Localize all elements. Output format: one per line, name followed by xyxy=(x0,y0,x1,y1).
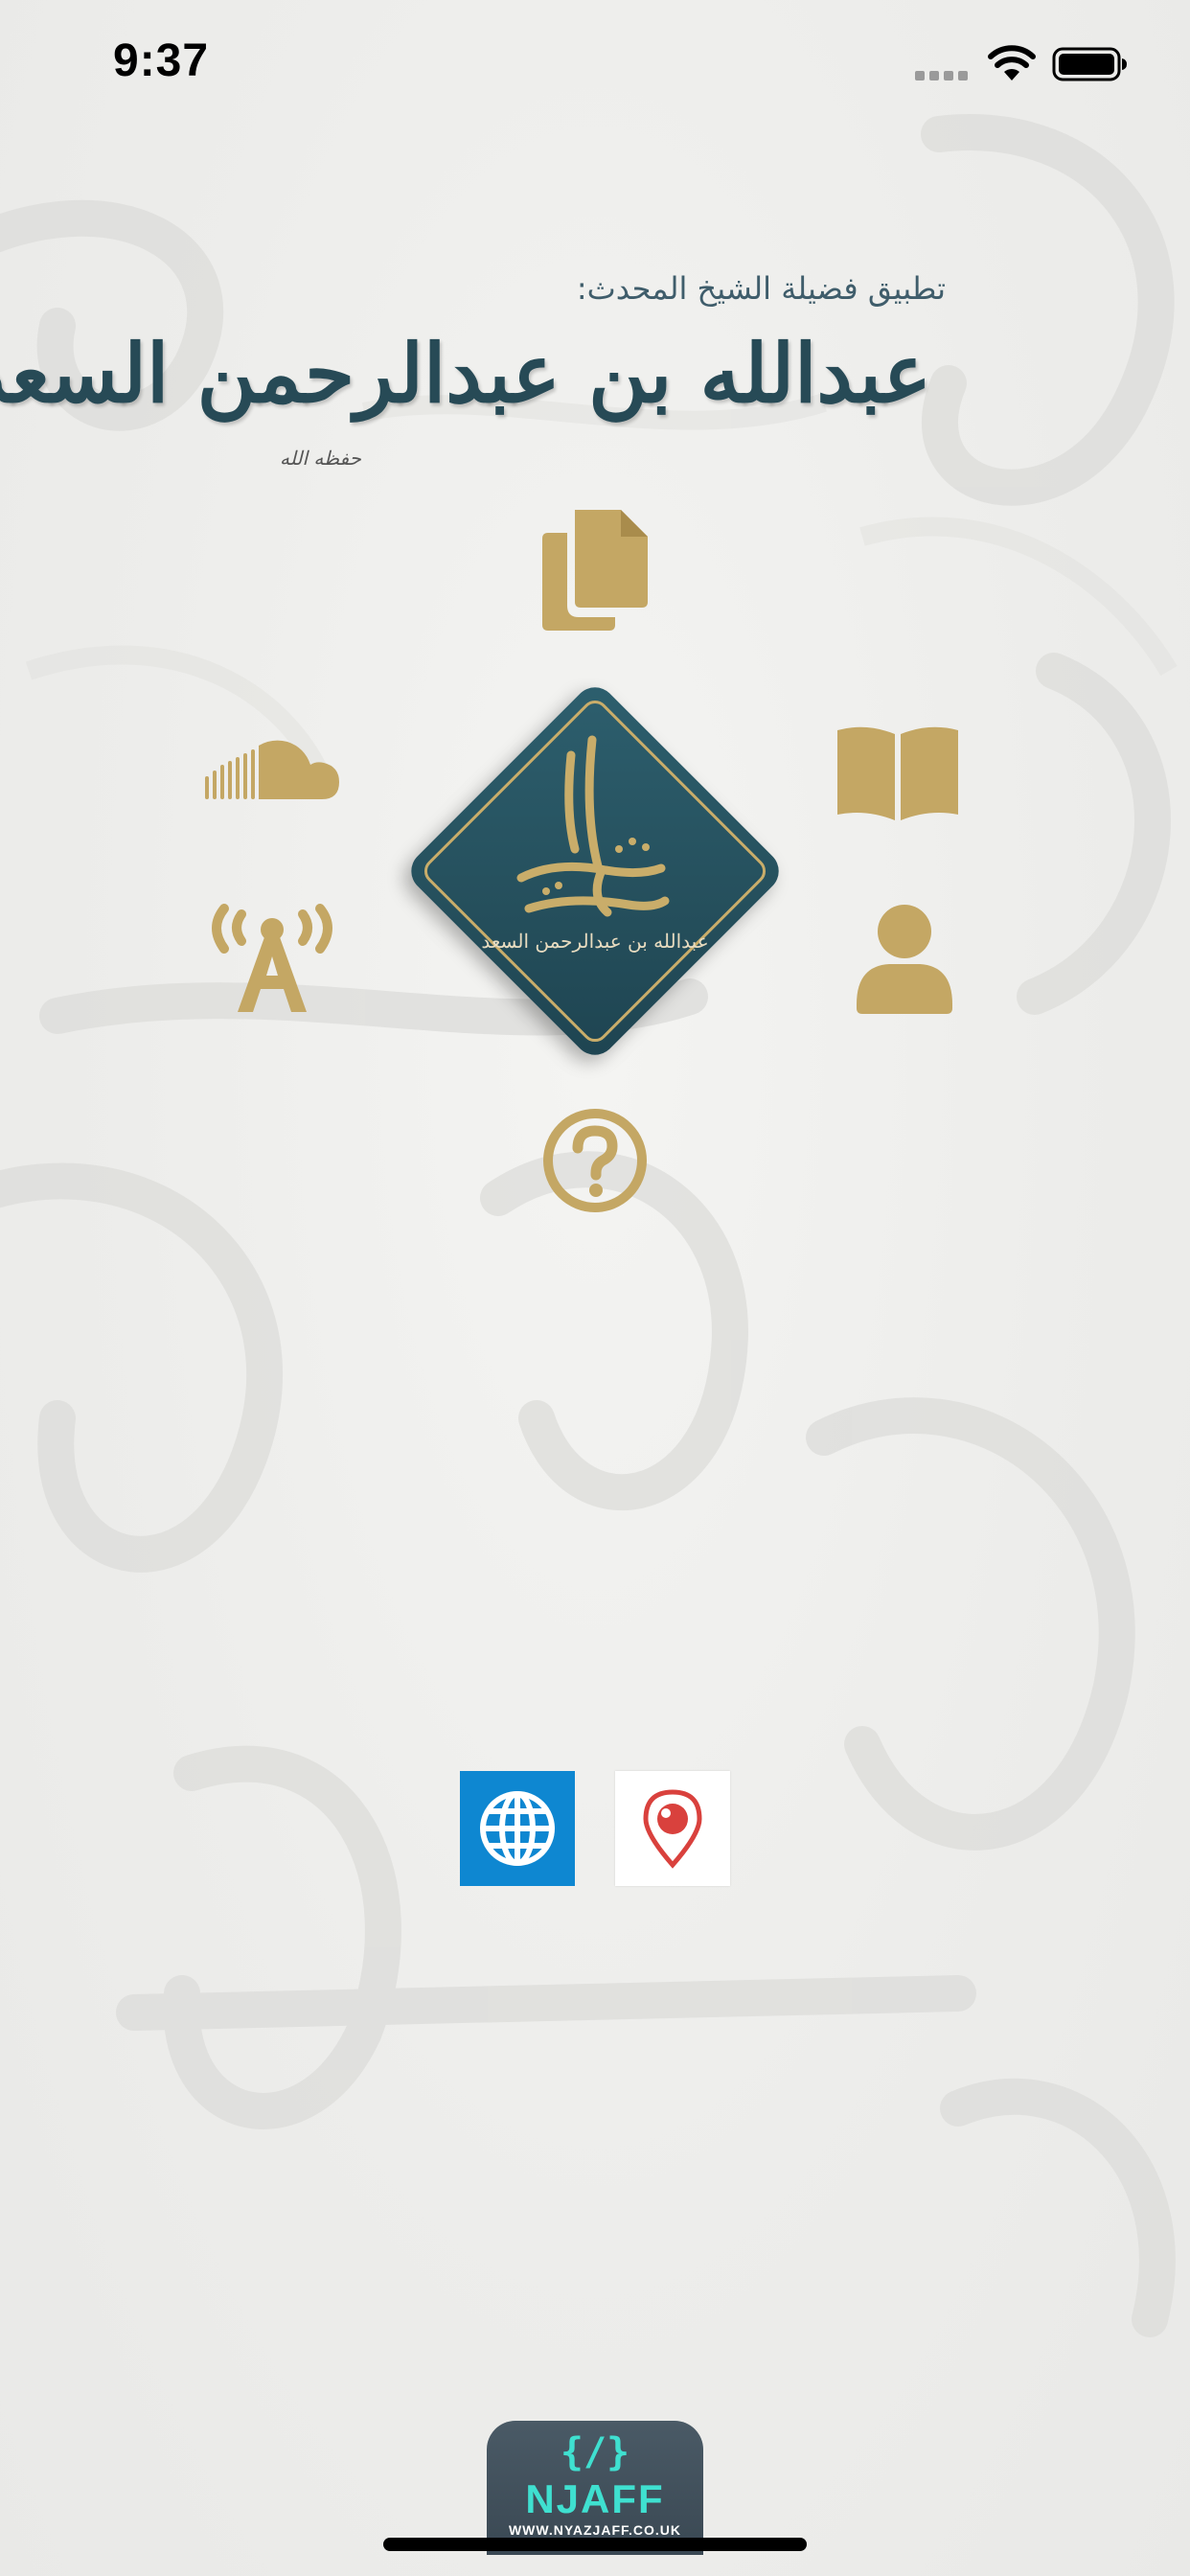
radio-broadcast-button[interactable] xyxy=(203,901,341,1016)
question-icon xyxy=(543,1109,647,1212)
broadcast-icon xyxy=(212,904,332,1012)
logo-calligraphy-mark xyxy=(516,735,670,917)
documents-button[interactable] xyxy=(542,510,648,631)
book-button[interactable] xyxy=(837,724,958,820)
globe-icon xyxy=(480,1791,555,1866)
person-icon xyxy=(857,905,952,1014)
developer-url: WWW.NYAZJAFF.CO.UK xyxy=(508,2522,682,2538)
logo-caption: عبدالله بن عبدالرحمن السعد xyxy=(481,930,709,953)
battery-icon xyxy=(1052,47,1127,81)
code-brackets-icon: {/} xyxy=(560,2430,630,2474)
help-button[interactable] xyxy=(542,1108,648,1213)
profile-button[interactable] xyxy=(857,905,952,1014)
soundcloud-button[interactable] xyxy=(205,738,339,803)
developer-badge[interactable]: {/} NJAFF WWW.NYAZJAFF.CO.UK xyxy=(487,2421,703,2555)
periscope-icon xyxy=(643,1789,702,1869)
documents-icon xyxy=(542,510,648,631)
periscope-button[interactable] xyxy=(615,1771,730,1886)
sheikh-name-title: عبدالله بن عبدالرحمن السعد xyxy=(0,326,933,421)
website-button[interactable] xyxy=(460,1771,575,1886)
soundcloud-icon xyxy=(205,740,339,799)
app-subtitle: تطبيق فضيلة الشيخ المحدث: xyxy=(576,270,946,307)
status-time: 9:37 xyxy=(113,35,210,86)
developer-name: NJAFF xyxy=(525,2476,665,2521)
status-bar: 9:37 xyxy=(0,0,1190,125)
app-screen: 9:37 تطبيق فضيلة الشيخ المحدث: عبدالله ب… xyxy=(0,0,1190,2576)
app-logo[interactable]: عبدالله بن عبدالرحمن السعد xyxy=(402,678,788,1064)
wifi-icon xyxy=(988,45,1036,80)
honorific-text: حفظه الله xyxy=(280,447,361,470)
home-indicator[interactable] xyxy=(383,2538,807,2551)
cellular-signal-icon xyxy=(915,71,968,80)
book-icon xyxy=(837,726,958,820)
